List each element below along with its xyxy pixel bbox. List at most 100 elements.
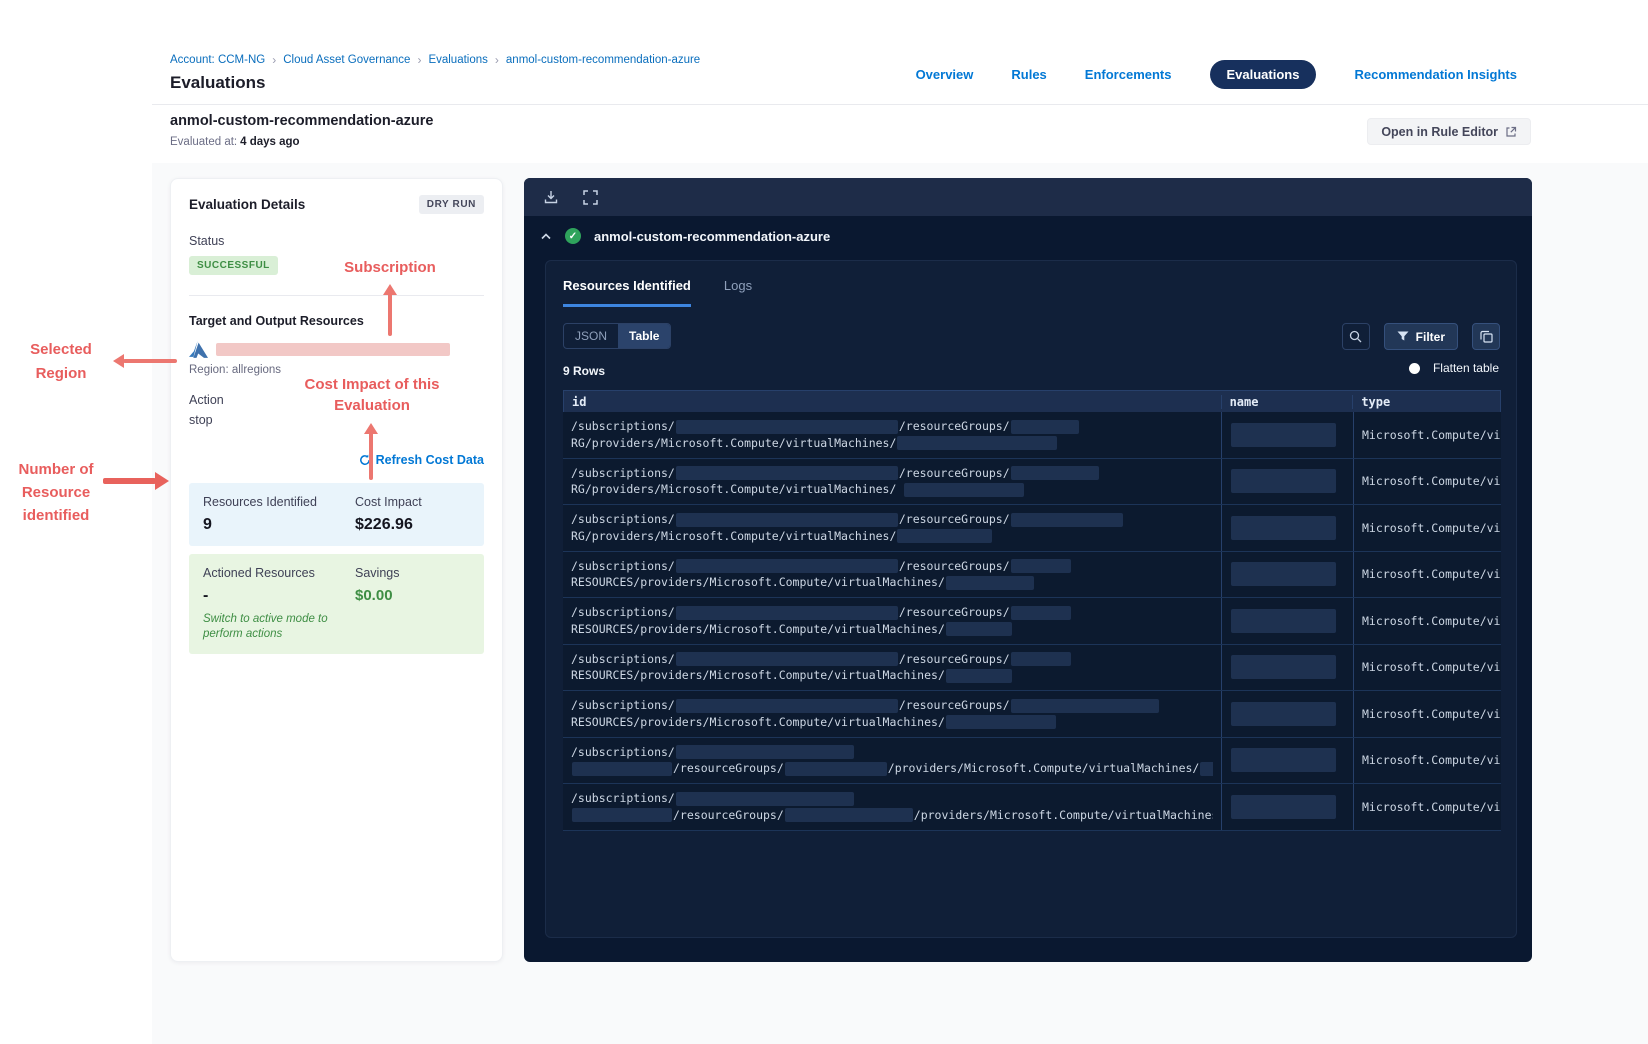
column-header-id[interactable]: id (564, 395, 1221, 409)
page: Account: CCM-NG › Cloud Asset Governance… (0, 0, 1648, 1044)
active-mode-note: Switch to active mode to perform actions (203, 613, 328, 640)
cell-id: /subscriptions//resourceGroups/RG/provid… (563, 505, 1221, 551)
status-label: Status (189, 234, 225, 248)
redacted-text (675, 698, 898, 713)
evaluated-at: Evaluated at: 4 days ago (170, 136, 300, 148)
cell-type: Microsoft.Compute/virtu (1353, 505, 1501, 551)
column-header-type[interactable]: type (1352, 394, 1500, 409)
redacted-name (1231, 655, 1336, 680)
resources-identified-label: Resources Identified (203, 495, 317, 509)
cell-id: /subscriptions//resourceGroups/RESOURCES… (563, 552, 1221, 598)
arrow-right-icon (155, 472, 169, 490)
redacted-text (675, 466, 898, 481)
evaluation-details-card: Evaluation Details DRY RUN Status SUCCES… (170, 178, 503, 962)
tab-resources-identified[interactable]: Resources Identified (563, 278, 691, 307)
flatten-table-label: Flatten table (1432, 361, 1499, 375)
chevron-up-icon[interactable] (540, 232, 552, 241)
cell-type: Microsoft.Compute/virtu (1353, 598, 1501, 644)
azure-icon (189, 341, 208, 358)
nav-evaluations-active[interactable]: Evaluations (1209, 60, 1317, 89)
tab-logs[interactable]: Logs (724, 278, 752, 307)
viewer-rule-title: anmol-custom-recommendation-azure (594, 228, 831, 244)
open-rule-editor-button[interactable]: Open in Rule Editor (1367, 118, 1531, 145)
redacted-name (1231, 608, 1336, 633)
redacted-text (945, 668, 1012, 683)
table-row[interactable]: /subscriptions//resourceGroups/RESOURCES… (563, 644, 1501, 691)
table-row[interactable]: /subscriptions//resourceGroups//provider… (563, 784, 1501, 831)
resources-table: id name type /subscriptions//resourceGro… (563, 390, 1501, 831)
toggle-table[interactable]: Table (618, 324, 671, 348)
table-row[interactable]: /subscriptions//resourceGroups/RG/provid… (563, 458, 1501, 505)
column-header-name[interactable]: name (1220, 394, 1353, 409)
table-row[interactable]: /subscriptions//resourceGroups/RESOURCES… (563, 691, 1501, 738)
chevron-right-icon: › (417, 53, 422, 67)
redacted-text (675, 419, 898, 434)
savings-value: $0.00 (355, 587, 393, 604)
nav-rules[interactable]: Rules (1011, 67, 1046, 82)
cell-id: /subscriptions//resourceGroups/RG/provid… (563, 459, 1221, 505)
divider (189, 295, 484, 296)
refresh-cost-data-link[interactable]: Refresh Cost Data (359, 453, 484, 467)
redacted-text (675, 791, 854, 806)
status-badge: SUCCESSFUL (189, 256, 278, 275)
breadcrumb-rule-name[interactable]: anmol-custom-recommendation-azure (506, 54, 700, 66)
search-button[interactable] (1341, 323, 1370, 350)
toggle-json[interactable]: JSON (564, 324, 618, 348)
table-row[interactable]: /subscriptions//resourceGroups/RESOURCES… (563, 551, 1501, 598)
redacted-text (1010, 466, 1099, 481)
redacted-text (784, 808, 913, 823)
table-row[interactable]: /subscriptions//resourceGroups/RG/provid… (563, 505, 1501, 552)
copy-icon (1479, 330, 1493, 343)
nav-recommendation-insights[interactable]: Recommendation Insights (1354, 67, 1517, 82)
redacted-name (1231, 748, 1336, 773)
cell-type: Microsoft.Compute/virtu (1353, 551, 1501, 597)
resources-cost-box: Resources Identified 9 Cost Impact $226.… (189, 483, 484, 546)
annotation-selected-region: Selected Region (30, 341, 92, 382)
cell-name (1221, 784, 1353, 830)
table-row[interactable]: /subscriptions//resourceGroups//provider… (563, 737, 1501, 784)
flatten-table-toggle[interactable] (1408, 362, 1420, 374)
table-row[interactable]: /subscriptions//resourceGroups/RESOURCES… (563, 598, 1501, 645)
external-link-icon (1506, 126, 1517, 137)
cell-name (1221, 737, 1353, 783)
cell-type: Microsoft.Compute/virtu (1353, 458, 1501, 504)
cell-name (1221, 505, 1353, 551)
download-icon[interactable] (543, 189, 559, 205)
redacted-text (897, 529, 993, 544)
cell-name (1221, 598, 1353, 644)
redacted-text (1010, 698, 1159, 713)
cell-id: /subscriptions//resourceGroups//provider… (563, 784, 1221, 830)
redacted-text (1200, 761, 1213, 776)
table-header-row: id name type (563, 390, 1501, 412)
dry-run-badge: DRY RUN (418, 195, 484, 214)
redacted-text (897, 436, 1058, 451)
copy-button[interactable] (1472, 323, 1500, 350)
annotation-subscription: Subscription (344, 259, 436, 276)
view-mode-toggle: JSON Table (563, 323, 672, 349)
cell-type: Microsoft.Compute/virtu (1353, 644, 1501, 690)
breadcrumb-governance[interactable]: Cloud Asset Governance (283, 54, 410, 66)
annotation-arrow-shaft (369, 432, 373, 480)
target-resources-label: Target and Output Resources (189, 314, 364, 328)
redacted-name (1231, 562, 1336, 587)
redacted-text (675, 559, 898, 574)
actioned-savings-box: Actioned Resources - Switch to active mo… (189, 554, 484, 654)
result-collapse-row[interactable]: ✓ anmol-custom-recommendation-azure (540, 228, 830, 244)
table-row[interactable]: /subscriptions//resourceGroups/RG/provid… (563, 412, 1501, 459)
fullscreen-icon[interactable] (583, 189, 598, 205)
breadcrumb-evaluations[interactable]: Evaluations (428, 54, 487, 66)
annotation-resource-count: Number of Resource identified (18, 461, 94, 524)
top-nav: Overview Rules Enforcements Evaluations … (916, 60, 1517, 89)
cell-name (1221, 644, 1353, 690)
nav-enforcements[interactable]: Enforcements (1085, 67, 1172, 82)
redacted-text (945, 715, 1056, 730)
redacted-name (1231, 794, 1336, 819)
filter-button[interactable]: Filter (1383, 323, 1458, 350)
breadcrumb-account[interactable]: Account: CCM-NG (170, 54, 265, 66)
redacted-text (675, 745, 854, 760)
cell-type: Microsoft.Compute/virtu (1353, 784, 1501, 830)
chevron-right-icon: › (272, 53, 277, 67)
cell-type: Microsoft.Compute/virtu (1353, 691, 1501, 737)
nav-overview[interactable]: Overview (916, 67, 974, 82)
cell-id: /subscriptions//resourceGroups/RESOURCES… (563, 598, 1221, 644)
